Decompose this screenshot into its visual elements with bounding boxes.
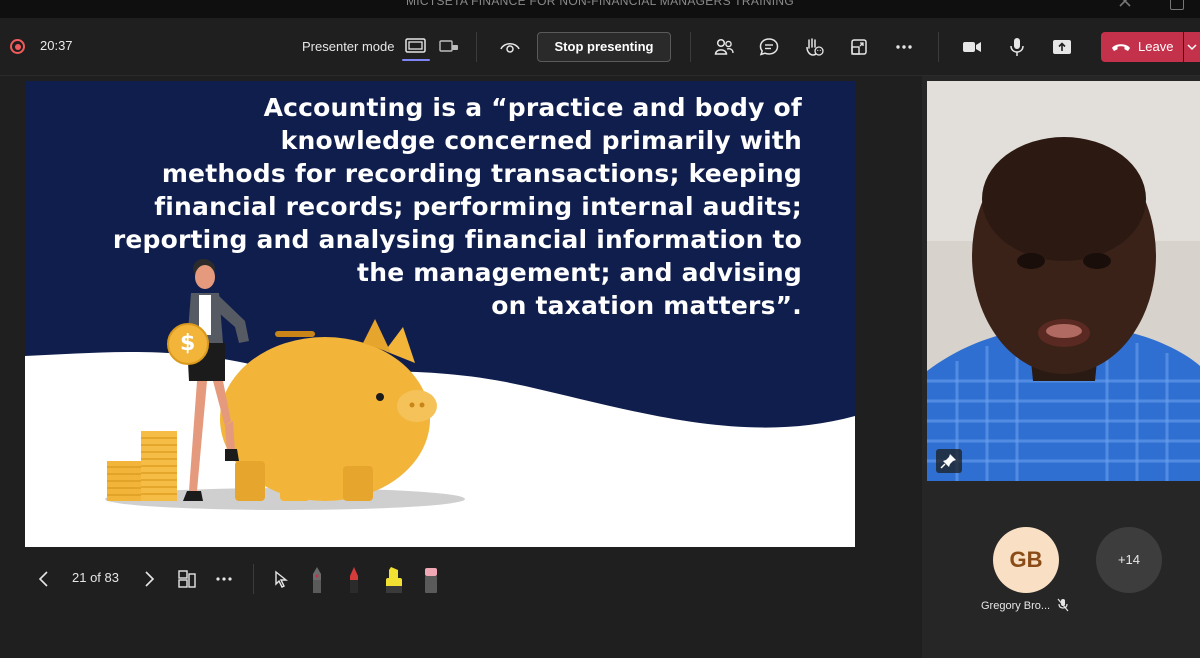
slide-counter: 21 of 83 [72,570,119,585]
slide-quote: Accounting is a “practice and body of kn… [85,91,802,322]
chevron-down-icon [1187,44,1197,51]
toolbar-separator [690,32,691,62]
leave-options-button[interactable] [1184,32,1200,62]
meeting-title: MICTSETA FINANCE FOR NON-FINANCIAL MANAG… [405,0,795,8]
slide-quote-line: methods for recording transactions; keep… [161,159,802,188]
camera-icon[interactable] [961,36,983,58]
meeting-toolbar: 20:37 Presenter mode Stop presenting Lea… [0,18,1200,76]
presentation-slide: Accounting is a “practice and body of kn… [25,81,855,547]
participant-video[interactable] [927,81,1200,481]
toolbar-separator [938,32,939,62]
leave-button[interactable]: Leave [1101,32,1183,62]
red-pen-icon[interactable] [345,566,363,599]
slide-quote-line: on taxation matters”. [491,291,802,320]
video-feed-image [927,81,1200,481]
leave-label: Leave [1138,39,1174,54]
close-window-icon[interactable] [1118,0,1132,10]
coin-stacks [107,431,177,501]
nav-separator [253,564,254,594]
toolbar-separator [476,32,477,62]
grid-view-icon[interactable] [177,569,197,594]
presenter-mode-active-indicator [402,59,430,61]
laser-pointer-icon[interactable] [271,569,291,594]
more-options-icon[interactable] [213,569,235,594]
share-tray-icon[interactable] [848,36,870,58]
slide-quote-line: knowledge concerned primarily with [280,126,802,155]
presenter-mode-label: Presenter mode [302,39,395,54]
participant-avatar[interactable]: GB [993,527,1059,593]
pin-icon[interactable] [936,449,962,473]
highlighter-icon[interactable] [383,566,405,599]
next-slide-icon[interactable] [142,570,156,593]
slide-quote-line: reporting and analysing financial inform… [112,225,802,254]
slide-quote-line: Accounting is a “practice and body of [263,93,802,122]
pen-icon[interactable] [308,566,326,599]
people-icon[interactable] [713,36,735,58]
prev-slide-icon[interactable] [37,570,51,593]
mic-icon[interactable] [1006,36,1028,58]
slide-navigation: 21 of 83 [25,560,855,600]
eye-icon[interactable] [499,36,521,58]
participant-name: Gregory Bro... [981,600,1051,612]
eraser-icon[interactable] [422,566,440,599]
slide-quote-line: financial records; performing internal a… [154,192,802,221]
phone-hangup-icon [1112,44,1130,51]
restore-window-icon[interactable] [1170,0,1184,10]
meeting-timer: 20:37 [40,38,73,53]
chat-icon[interactable] [758,36,780,58]
presenter-mode-side-by-side-icon[interactable] [438,37,460,55]
stop-presenting-button[interactable]: Stop presenting [537,32,671,62]
coin-symbol: $ [180,331,196,356]
presenter-mode-standout-icon[interactable] [405,37,427,55]
window-title-bar: MICTSETA FINANCE FOR NON-FINANCIAL MANAG… [0,0,1200,18]
reactions-icon[interactable] [803,36,825,58]
more-participants-button[interactable]: +14 [1096,527,1162,593]
mic-muted-icon [1056,598,1070,612]
record-icon [10,39,25,54]
slide-quote-line: the management; and advising [357,258,802,287]
more-options-icon[interactable] [893,36,915,58]
share-content-icon[interactable] [1051,36,1073,58]
